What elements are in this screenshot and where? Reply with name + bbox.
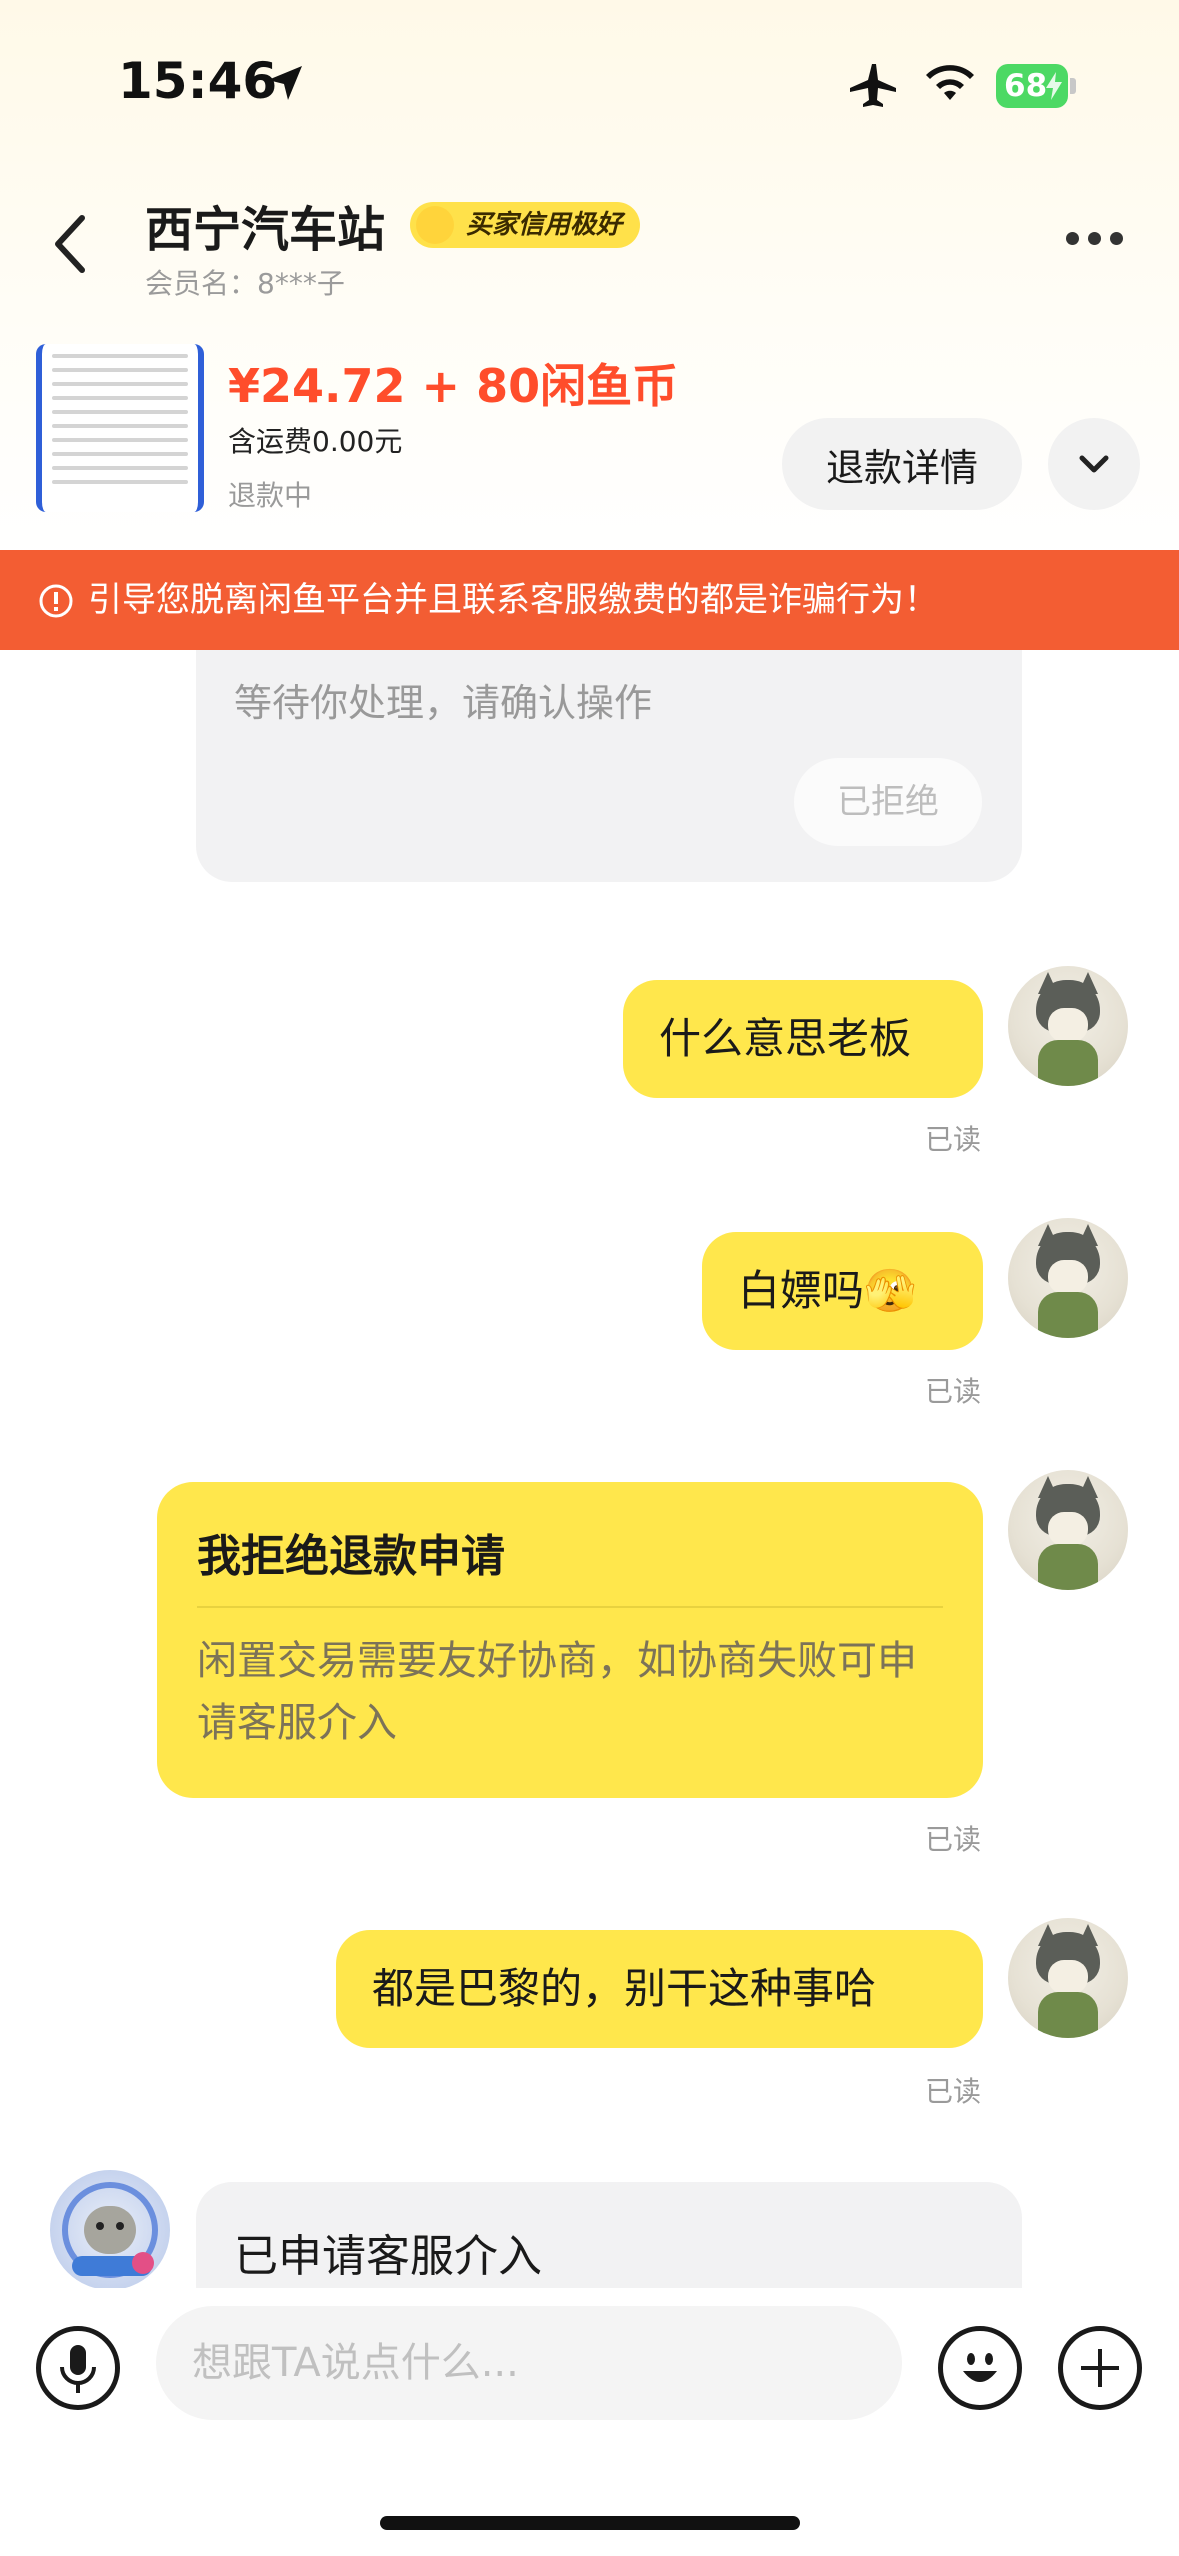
home-indicator[interactable] xyxy=(380,2516,800,2530)
wifi-icon xyxy=(926,65,974,100)
battery-cap xyxy=(1070,78,1076,94)
plus-glyph xyxy=(1081,2349,1119,2387)
pending-text: 等待你处理，请确认操作 xyxy=(234,681,653,725)
read-receipt: 已读 xyxy=(925,1823,982,1856)
product-price: ¥24.72 + 80闲鱼币 xyxy=(228,359,679,413)
refused-status-button: 已拒绝 xyxy=(794,758,982,846)
warning-icon xyxy=(39,584,73,618)
read-receipt: 已读 xyxy=(925,2075,982,2108)
reject-refund-title: 我拒绝退款申请 xyxy=(197,1531,505,1582)
message-input[interactable] xyxy=(156,2306,902,2420)
shipping-fee: 含运费0.00元 xyxy=(228,425,403,458)
divider xyxy=(197,1606,943,1608)
service-intervention-text: 已申请客服介入 xyxy=(234,2231,542,2282)
fraud-warning-text: 引导您脱离闲鱼平台并且联系客服缴费的都是诈骗行为！ xyxy=(88,580,938,620)
charging-bolt-icon xyxy=(1046,72,1062,100)
credit-badge: 买家信用极好 xyxy=(410,202,641,248)
status-time: 15:46 xyxy=(118,52,278,110)
refund-status: 退款中 xyxy=(228,479,313,512)
airplane-icon xyxy=(850,64,896,107)
battery-level: 68 xyxy=(1004,68,1048,104)
avatar[interactable] xyxy=(1008,1218,1128,1338)
read-receipt: 已读 xyxy=(925,1375,982,1408)
emoji-icon[interactable] xyxy=(938,2326,1022,2410)
credit-badge-label: 买家信用极好 xyxy=(466,210,623,240)
service-intervention-card[interactable]: 已申请客服介入 xyxy=(196,2182,1022,2288)
expand-button[interactable] xyxy=(1048,418,1140,510)
reject-refund-description: 闲置交易需要友好协商，如协商失败可申请客服介入 xyxy=(197,1638,917,1746)
back-arrow-icon[interactable] xyxy=(44,206,100,282)
refund-details-button[interactable]: 退款详情 xyxy=(782,418,1022,510)
read-receipt: 已读 xyxy=(925,1123,982,1156)
member-name: 会员名：8***子 xyxy=(145,267,345,300)
battery-icon: 68 xyxy=(996,64,1068,108)
product-thumbnail[interactable] xyxy=(36,344,204,512)
mic-glyph xyxy=(60,2345,96,2393)
avatar[interactable] xyxy=(1008,1918,1128,2038)
refund-request-card: 等待你处理，请确认操作 已拒绝 xyxy=(196,650,1022,882)
avatar[interactable] xyxy=(1008,1470,1128,1590)
chevron-down-icon xyxy=(1079,455,1109,473)
smiley-glyph xyxy=(963,2353,997,2382)
location-arrow-icon xyxy=(268,66,302,100)
more-dots-icon[interactable] xyxy=(1066,230,1136,252)
reject-refund-card[interactable]: 我拒绝退款申请 闲置交易需要友好协商，如协商失败可申请客服介入 xyxy=(157,1482,983,1798)
plus-icon[interactable] xyxy=(1058,2326,1142,2410)
message-bubble[interactable]: 什么意思老板 xyxy=(623,980,983,1098)
message-bubble[interactable]: 都是巴黎的，别干这种事哈 xyxy=(336,1930,983,2048)
service-bot-avatar[interactable] xyxy=(50,2170,170,2290)
avatar[interactable] xyxy=(1008,966,1128,1086)
fraud-warning-banner: 引导您脱离闲鱼平台并且联系客服缴费的都是诈骗行为！ xyxy=(0,550,1179,650)
heart-eyes-emoji-icon xyxy=(416,206,454,244)
shop-title[interactable]: 西宁汽车站 xyxy=(145,190,385,260)
message-bubble[interactable]: 白嫖吗🫣 xyxy=(702,1232,983,1350)
microphone-icon[interactable] xyxy=(36,2326,120,2410)
